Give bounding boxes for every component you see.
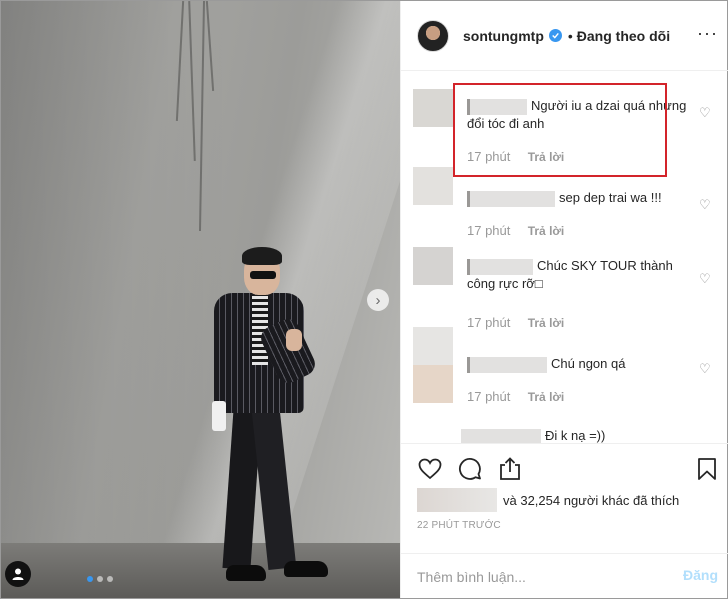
- comment-reply-button[interactable]: Trả lời: [528, 224, 565, 238]
- more-icon: ···: [697, 23, 718, 43]
- person-glasses: [250, 271, 276, 279]
- person-hair: [242, 247, 282, 265]
- heart-icon: ♡: [699, 361, 711, 376]
- photo-ground: [1, 543, 400, 598]
- comment-text: sep dep trai wa !!!: [559, 190, 662, 205]
- person-leg: [251, 407, 297, 571]
- more-options-button[interactable]: ···: [697, 23, 718, 44]
- comment-icon: [459, 458, 481, 480]
- carousel-next-button[interactable]: ›: [367, 289, 389, 311]
- likes-text: và 32,254 người khác đã thích: [503, 492, 680, 508]
- like-comment-button[interactable]: ♡: [699, 361, 711, 376]
- heart-icon: ♡: [699, 105, 711, 120]
- like-comment-button[interactable]: ♡: [699, 105, 711, 120]
- header-separator: •: [567, 27, 573, 44]
- post-comment-button[interactable]: Đăng: [683, 567, 718, 583]
- carousel-dots: [87, 576, 113, 582]
- post-sidebar: sontungmtp • Đang theo dõi ··· Người iu …: [400, 1, 728, 598]
- comment-meta: 17 phút Trả lời: [467, 389, 564, 404]
- follow-status-button[interactable]: Đang theo dõi: [577, 28, 670, 44]
- carousel-dot: [87, 576, 93, 582]
- likes-summary[interactable]: và 32,254 người khác đã thích: [417, 488, 679, 512]
- share-icon: [500, 457, 520, 480]
- comment-item: Chúc SKY TOUR thành công rực rỡ□ 17 phút…: [413, 247, 723, 330]
- like-comment-button[interactable]: ♡: [699, 271, 711, 286]
- user-icon: [12, 568, 24, 580]
- heart-icon: [418, 458, 442, 480]
- comment-text-block: Đi k nạ =)): [461, 427, 721, 443]
- carousel-dot: [97, 576, 103, 582]
- comment-item: Đi k nạ =)): [413, 425, 723, 443]
- comment-text-block: Chúc SKY TOUR thành công rực rỡ□: [467, 257, 687, 293]
- comment-avatar[interactable]: [413, 365, 453, 403]
- comment-username-blurred[interactable]: [461, 428, 541, 443]
- comment-reply-button[interactable]: Trả lời: [528, 390, 565, 404]
- tagged-users-button[interactable]: [5, 561, 31, 587]
- comment-avatar[interactable]: [413, 327, 453, 365]
- carousel-dot: [107, 576, 113, 582]
- comment-button[interactable]: [457, 456, 483, 482]
- comment-time[interactable]: 17 phút: [467, 223, 510, 238]
- like-comment-button[interactable]: ♡: [699, 197, 711, 212]
- person-shoe: [226, 565, 266, 581]
- verified-badge: [548, 29, 562, 42]
- comment-text-block: Chú ngon qá: [467, 355, 687, 373]
- person-hand: [286, 329, 302, 351]
- post-header: sontungmtp • Đang theo dõi ···: [401, 1, 728, 71]
- person-shoe: [284, 561, 328, 577]
- comment-text: Chú ngon qá: [551, 356, 626, 371]
- liker-blurred[interactable]: [417, 488, 497, 512]
- action-icons: [417, 456, 523, 482]
- heart-icon: ♡: [699, 197, 711, 212]
- comment-avatar[interactable]: [413, 89, 453, 127]
- comment-item: sep dep trai wa !!! 17 phút Trả lời ♡: [413, 167, 723, 238]
- comment-username-blurred[interactable]: [467, 356, 547, 373]
- comment-avatar[interactable]: [413, 167, 453, 205]
- post-actions: và 32,254 người khác đã thích 22 PHÚT TR…: [401, 443, 728, 563]
- comment-avatar[interactable]: [413, 247, 453, 285]
- comment-text: Đi k nạ =)): [545, 428, 606, 443]
- post-time-ago[interactable]: 22 PHÚT TRƯỚC: [417, 520, 501, 531]
- bookmark-icon: [698, 458, 716, 480]
- post-photo[interactable]: ›: [1, 1, 400, 598]
- share-button[interactable]: [497, 456, 523, 482]
- comments-list[interactable]: Người iu a dzai quá nhưng đổi tóc đi anh…: [401, 71, 728, 443]
- comment-time[interactable]: 17 phút: [467, 389, 510, 404]
- add-comment-bar: Đăng: [401, 553, 728, 598]
- comment-meta: 17 phút Trả lời: [467, 223, 564, 238]
- person-scarf: [212, 401, 226, 431]
- comment-username-blurred[interactable]: [467, 258, 533, 275]
- photo-person: [206, 247, 328, 591]
- check-icon: [552, 32, 559, 39]
- username-link[interactable]: sontungmtp: [463, 28, 544, 44]
- comment-text-block: sep dep trai wa !!!: [467, 189, 687, 207]
- comment-username-blurred[interactable]: [467, 190, 555, 207]
- comment-item: Chú ngon qá 17 phút Trả lời ♡: [413, 327, 723, 405]
- heart-icon: ♡: [699, 271, 711, 286]
- like-button[interactable]: [417, 456, 443, 482]
- avatar[interactable]: [417, 19, 449, 52]
- highlight-box: [453, 83, 667, 177]
- save-button[interactable]: [694, 456, 720, 482]
- comment-input[interactable]: [417, 566, 647, 588]
- chevron-right-icon: ›: [375, 291, 381, 309]
